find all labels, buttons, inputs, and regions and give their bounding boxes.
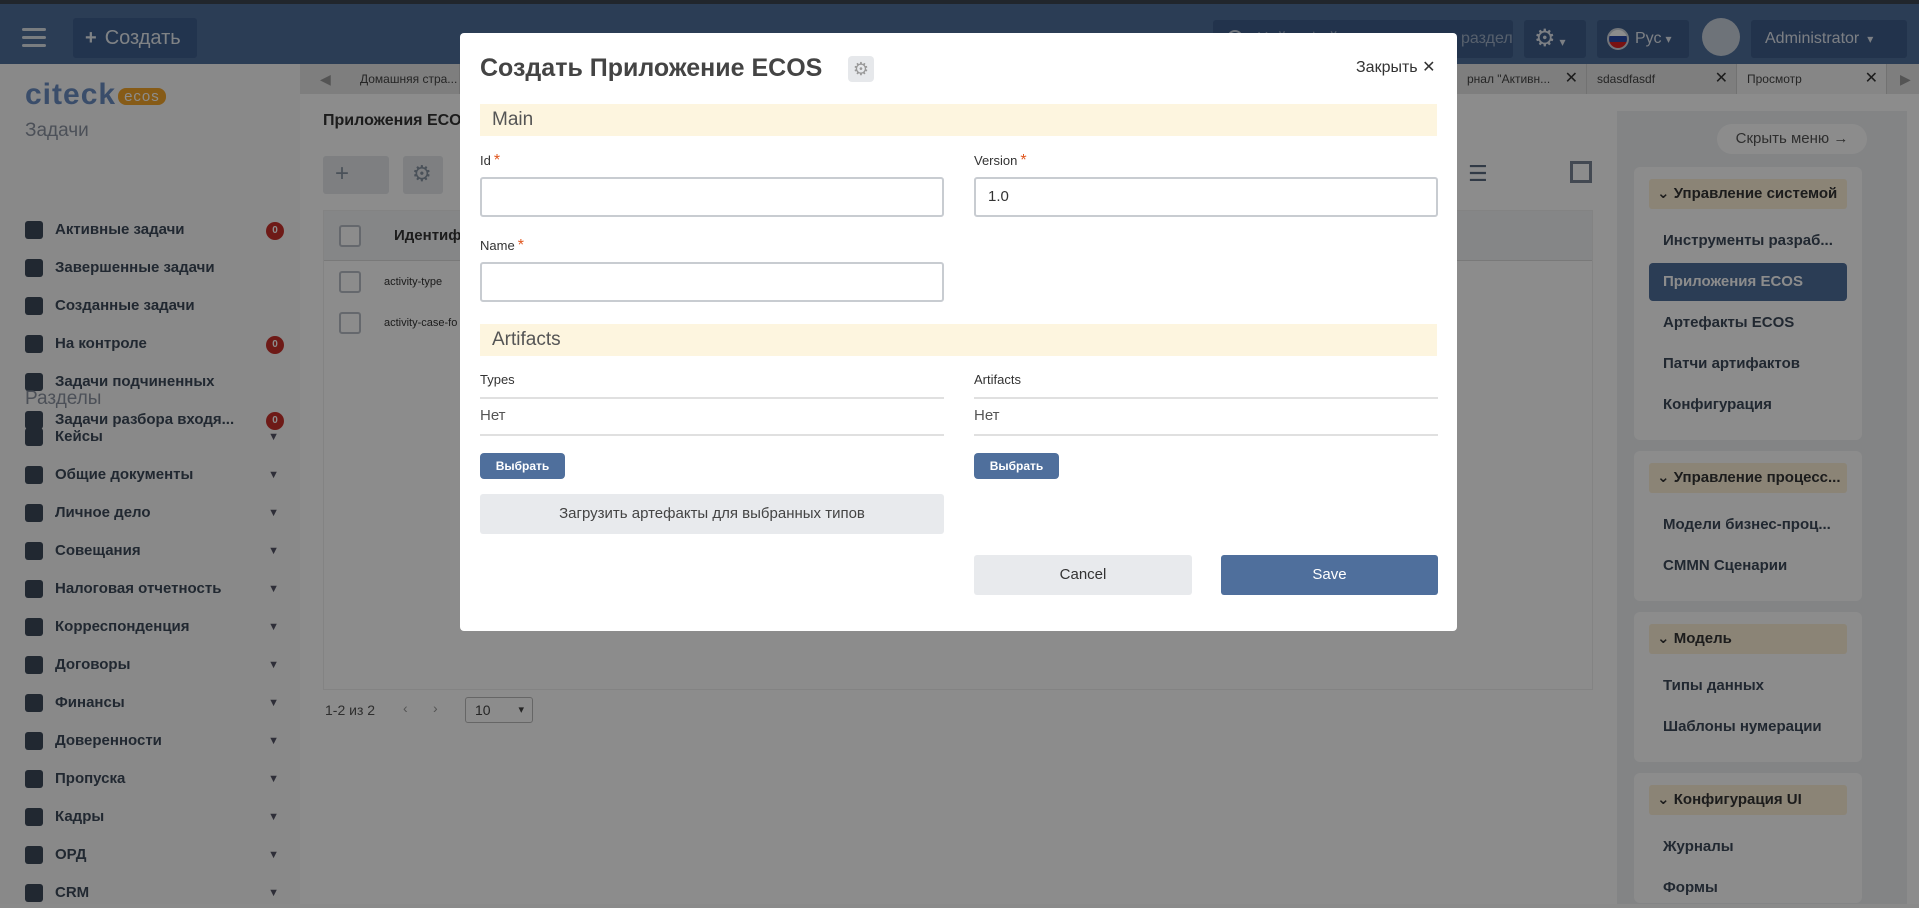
version-field[interactable]: 1.0 <box>974 177 1438 217</box>
id-field[interactable] <box>480 177 944 217</box>
required-icon: * <box>1020 152 1027 169</box>
close-button[interactable]: Закрыть ✕ <box>1356 57 1435 77</box>
select-artifacts-button[interactable]: Выбрать <box>974 453 1059 479</box>
name-field[interactable] <box>480 262 944 302</box>
modal-title: Создать Приложение ECOS <box>480 54 823 82</box>
artifacts-value: Нет <box>974 407 1000 424</box>
types-label: Types <box>480 372 515 387</box>
name-label: Name * <box>480 237 524 255</box>
gear-icon[interactable]: ⚙ <box>848 56 874 82</box>
divider <box>480 397 944 399</box>
divider <box>974 397 1438 399</box>
version-label-text: Version <box>974 153 1018 168</box>
select-types-button[interactable]: Выбрать <box>480 453 565 479</box>
cancel-button[interactable]: Cancel <box>974 555 1192 595</box>
id-label-text: Id <box>480 153 491 168</box>
artifacts-label: Artifacts <box>974 372 1021 387</box>
panel-artifacts-header: Artifacts <box>480 324 1437 356</box>
load-artifacts-button[interactable]: Загрузить артефакты для выбранных типов <box>480 494 944 534</box>
types-value: Нет <box>480 407 506 424</box>
create-app-modal: Создать Приложение ECOS ⚙ Закрыть ✕ Main… <box>460 33 1457 631</box>
name-label-text: Name <box>480 238 515 253</box>
id-label: Id * <box>480 152 500 170</box>
required-icon: * <box>517 237 524 254</box>
divider <box>974 434 1438 436</box>
panel-main-header: Main <box>480 104 1437 136</box>
divider <box>480 434 944 436</box>
version-label: Version * <box>974 152 1027 170</box>
required-icon: * <box>493 152 501 169</box>
save-button[interactable]: Save <box>1221 555 1438 595</box>
